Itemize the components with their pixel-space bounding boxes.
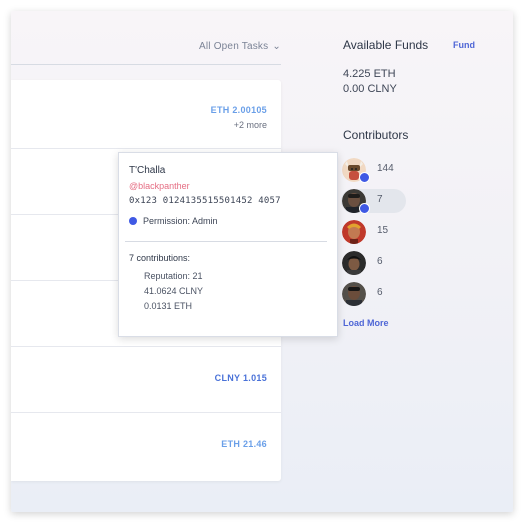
task-filter-dropdown[interactable]: All Open Tasks ⌄	[199, 41, 281, 52]
contributions-title: 7 contributions:	[129, 253, 191, 263]
available-funds-title: Available Funds	[343, 38, 429, 52]
task-row[interactable]: ETH 21.46	[11, 413, 281, 481]
permission-label: Permission: Admin	[143, 216, 218, 226]
fund-button[interactable]: Fund	[453, 40, 475, 50]
clny-balance: 0.00 CLNY	[343, 83, 397, 95]
permission-dot-icon	[129, 217, 137, 225]
load-more-button[interactable]: Load More	[343, 318, 389, 328]
contributors-title: Contributors	[343, 128, 409, 142]
user-display-name: T'Challa	[129, 165, 166, 176]
filter-label: All Open Tasks	[199, 41, 269, 52]
status-dot	[359, 172, 370, 183]
clny-earned: 41.0624 CLNY	[144, 286, 204, 296]
contribution-count: 15	[377, 225, 389, 236]
reputation-value: Reputation: 21	[144, 271, 203, 281]
task-row[interactable]: ETH 2.00105 +2 more	[11, 80, 281, 149]
divider	[125, 241, 327, 242]
avatar	[342, 251, 366, 275]
divider	[11, 64, 281, 65]
contribution-count: 144	[377, 163, 394, 174]
contribution-count: 6	[377, 256, 383, 267]
eth-earned: 0.0131 ETH	[144, 301, 193, 311]
eth-balance: 4.225 ETH	[343, 68, 396, 80]
wallet-address: 0x123 0124135515501452 4057	[129, 196, 281, 206]
app-window: All Open Tasks ⌄ ETH 2.00105 +2 more CLNY…	[11, 11, 513, 512]
task-row[interactable]: CLNY 1.015	[11, 347, 281, 413]
user-handle[interactable]: @blackpanther	[129, 181, 190, 191]
contribution-count: 6	[377, 287, 383, 298]
avatar	[342, 220, 366, 244]
contribution-count: 7	[377, 194, 383, 205]
contributor-tooltip: T'Challa @blackpanther 0x123 01241355155…	[118, 152, 338, 337]
task-reward: ETH 21.46	[221, 439, 267, 449]
permission-row: Permission: Admin	[129, 216, 218, 226]
task-reward: CLNY 1.015	[214, 373, 267, 383]
chevron-down-icon: ⌄	[272, 41, 281, 52]
avatar	[342, 282, 366, 306]
status-dot	[359, 203, 370, 214]
task-reward: ETH 2.00105	[210, 105, 267, 115]
task-more-rewards: +2 more	[233, 120, 267, 130]
